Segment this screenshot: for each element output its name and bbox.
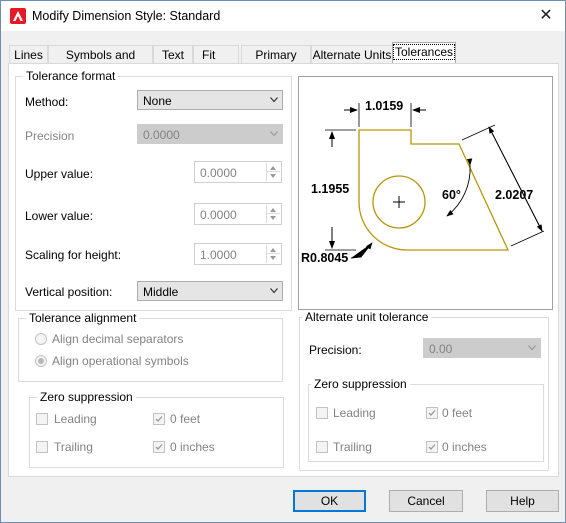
alt-precision-value: 0.00 <box>429 342 453 356</box>
scaling-height-text: 1.0000 <box>200 248 237 262</box>
group-title: Zero suppression <box>37 390 136 404</box>
spinner-down-icon[interactable] <box>270 256 276 260</box>
title-bar[interactable]: Modify Dimension Style: Standard ✕ <box>1 1 565 31</box>
align-decimal-radio[interactable] <box>35 333 47 345</box>
group-title: Alternate unit tolerance <box>302 310 432 324</box>
precision-select[interactable]: 0.0000 <box>137 124 283 144</box>
autocad-logo-icon <box>10 8 26 24</box>
dialog-window: Modify Dimension Style: Standard ✕ Lines… <box>0 0 566 523</box>
method-select[interactable]: None <box>137 90 283 110</box>
scaling-height-spinner[interactable]: 1.0000 <box>194 243 282 265</box>
close-icon[interactable]: ✕ <box>533 3 559 29</box>
scaling-height-label: Scaling for height: <box>25 248 122 262</box>
group-title: Tolerance format <box>23 69 119 83</box>
dim-diag-text: 2.0207 <box>495 188 533 202</box>
part-outline <box>358 129 510 251</box>
alt-precision-select[interactable]: 0.00 <box>423 338 541 358</box>
spinner-down-icon[interactable] <box>270 174 276 178</box>
leading-label-left: Leading <box>54 412 97 426</box>
cancel-button[interactable]: Cancel <box>389 490 463 512</box>
spinner-up-icon[interactable] <box>270 166 276 170</box>
tolerance-preview: 1.0159 1.1955 2.0207 60° R0.8045 <box>298 76 553 310</box>
precision-value: 0.0000 <box>143 128 180 142</box>
tab-text[interactable]: Text <box>153 45 193 64</box>
vertical-position-value: Middle <box>143 285 179 299</box>
dim-left-text: 1.1955 <box>311 182 349 196</box>
align-operational-radio[interactable] <box>35 355 47 367</box>
chevron-down-icon <box>270 288 278 294</box>
group-title: Zero suppression <box>311 377 410 391</box>
align-operational-label: Align operational symbols <box>52 354 189 368</box>
spinner-down-icon[interactable] <box>270 216 276 220</box>
check-icon <box>155 416 163 422</box>
alt-precision-label: Precision: <box>309 343 362 357</box>
tab-symbols-and-arrows[interactable]: Symbols and Arrows <box>48 45 153 80</box>
method-label: Method: <box>25 95 69 109</box>
leading-label-right: Leading <box>333 406 376 420</box>
upper-value-text: 0.0000 <box>200 166 237 180</box>
spinner-up-icon[interactable] <box>270 248 276 252</box>
lower-value-spinner[interactable]: 0.0000 <box>194 203 282 225</box>
tolerances-page: Tolerance format Method: None Precision … <box>8 63 559 477</box>
check-icon <box>155 444 163 450</box>
inches-label-right: 0 inches <box>442 440 487 454</box>
trailing-label-right: Trailing <box>333 440 372 454</box>
tab-label: Alternate Units <box>312 48 392 62</box>
check-icon <box>428 410 436 416</box>
window-title: Modify Dimension Style: Standard <box>32 9 221 23</box>
spinner-up-icon[interactable] <box>270 208 276 212</box>
dim-angle-text: 60° <box>442 188 461 202</box>
tab-tolerances[interactable]: Tolerances <box>392 42 456 64</box>
ok-button[interactable]: OK <box>293 490 366 512</box>
vertical-position-label: Vertical position: <box>25 285 113 299</box>
tab-label: Fit <box>202 48 216 62</box>
lower-value-label: Lower value: <box>25 209 94 223</box>
help-button[interactable]: Help <box>486 490 559 512</box>
inches-label-left: 0 inches <box>170 440 215 454</box>
preview-drawing: 1.0159 1.1955 2.0207 60° R0.8045 <box>301 99 545 265</box>
tab-lines[interactable]: Lines <box>9 45 48 64</box>
zero-suppression-group-left: Zero suppression <box>29 390 284 468</box>
tab-primary-units[interactable]: Primary Units <box>241 45 311 80</box>
leading-checkbox-left[interactable] <box>36 413 48 425</box>
vertical-position-select[interactable]: Middle <box>137 281 283 301</box>
feet-checkbox-right[interactable] <box>426 407 438 419</box>
group-title: Tolerance alignment <box>26 311 140 325</box>
dim-radius-text: R0.8045 <box>301 251 348 265</box>
chevron-down-icon <box>270 131 278 137</box>
tab-label: Text <box>161 48 184 62</box>
tab-fit[interactable]: Fit <box>193 45 239 63</box>
upper-value-label: Upper value: <box>25 167 94 181</box>
trailing-checkbox-left[interactable] <box>36 441 48 453</box>
inches-checkbox-right[interactable] <box>426 441 438 453</box>
feet-label-left: 0 feet <box>170 412 201 426</box>
leading-checkbox-right[interactable] <box>316 407 328 419</box>
align-decimal-label: Align decimal separators <box>52 332 184 346</box>
feet-label-right: 0 feet <box>442 406 473 420</box>
tolerance-format-group: Tolerance format <box>15 69 292 311</box>
tab-label: Tolerances <box>393 44 456 60</box>
lower-value-text: 0.0000 <box>200 208 237 222</box>
check-icon <box>428 444 436 450</box>
precision-label: Precision <box>25 129 75 143</box>
tab-label: Lines <box>14 48 43 62</box>
feet-checkbox-left[interactable] <box>153 413 165 425</box>
tolerance-alignment-group: Tolerance alignment <box>18 311 283 382</box>
inches-checkbox-left[interactable] <box>153 441 165 453</box>
chevron-down-icon <box>270 97 278 103</box>
trailing-checkbox-right[interactable] <box>316 441 328 453</box>
upper-value-spinner[interactable]: 0.0000 <box>194 161 282 183</box>
trailing-label-left: Trailing <box>54 440 93 454</box>
method-value: None <box>143 94 172 108</box>
tab-alternate-units[interactable]: Alternate Units <box>311 45 393 64</box>
dim-top-text: 1.0159 <box>365 99 403 113</box>
chevron-down-icon <box>528 345 536 351</box>
